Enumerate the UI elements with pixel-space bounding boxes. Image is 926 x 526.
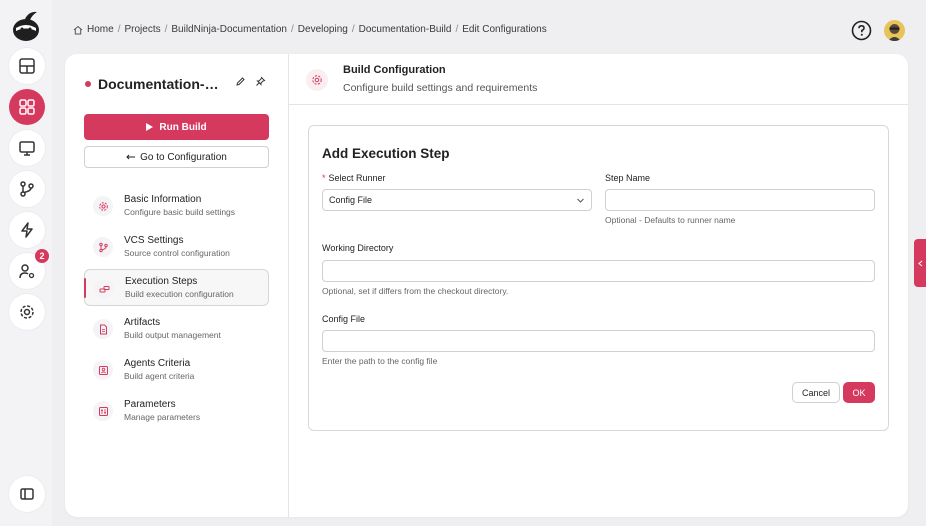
nav-agents-criteria[interactable]: Agents Criteria Build agent criteria	[84, 351, 269, 388]
nav-subtitle: Configure basic build settings	[124, 207, 236, 217]
nav-subtitle: Source control configuration	[124, 248, 230, 258]
config-file-hint: Enter the path to the config file	[322, 356, 438, 366]
working-directory-label: Working Directory	[322, 243, 394, 253]
nav-subtitle: Manage parameters	[124, 412, 201, 422]
breadcrumb-separator: /	[455, 24, 459, 35]
left-rail: 2	[0, 0, 52, 526]
go-to-configuration-button[interactable]: Go to Configuration	[84, 146, 269, 168]
rail-projects-button[interactable]	[9, 89, 45, 125]
breadcrumb-current: Edit Configurations	[462, 24, 547, 35]
nav-execution-steps[interactable]: Execution Steps Build execution configura…	[84, 269, 269, 306]
nav-parameters[interactable]: Parameters Manage parameters	[84, 392, 269, 429]
build-config-title: Documentation-Build	[85, 76, 228, 92]
nav-basic-information[interactable]: Basic Information Configure basic build s…	[84, 187, 269, 224]
nav-title: Agents Criteria	[124, 358, 191, 369]
config-file-label: Config File	[322, 314, 366, 324]
breadcrumb-separator: /	[351, 24, 355, 35]
ninja-logo-icon[interactable]	[11, 9, 41, 43]
step-name-hint: Optional - Defaults to runner name	[605, 215, 736, 225]
avatar[interactable]	[884, 20, 905, 41]
user-settings-icon	[19, 264, 35, 279]
dashboard-icon	[19, 58, 35, 74]
steps-icon	[99, 285, 109, 292]
add-execution-step-form: Add Execution Step * Select Runner Config…	[308, 125, 889, 431]
rail-settings-button[interactable]	[9, 294, 45, 330]
nav-vcs-settings[interactable]: VCS Settings Source control configuration	[84, 228, 269, 265]
nav-title: Artifacts	[124, 317, 161, 328]
config-file-input[interactable]	[322, 330, 875, 352]
nav-title: Parameters	[124, 399, 176, 410]
rail-dashboard-button[interactable]	[9, 48, 45, 84]
nav-title: Basic Information	[124, 194, 202, 205]
chevron-down-icon	[577, 198, 584, 203]
breadcrumb-separator: /	[117, 24, 121, 35]
nav-artifacts[interactable]: Artifacts Build output management	[84, 310, 269, 347]
run-build-button[interactable]: Run Build	[84, 114, 269, 140]
content-header: Build Configuration Configure build sett…	[289, 54, 908, 105]
go-to-configuration-label: Go to Configuration	[140, 151, 227, 163]
working-directory-hint: Optional, set if differs from the checko…	[322, 286, 509, 296]
content-header-title: Build Configuration	[343, 64, 446, 76]
monitor-icon	[19, 141, 35, 156]
nav-title: Execution Steps	[125, 276, 198, 287]
gear-icon	[20, 305, 34, 319]
sliders-icon	[98, 406, 108, 416]
rail-collapse-button[interactable]	[9, 476, 45, 512]
chevron-left-icon	[917, 260, 922, 266]
breadcrumb-build[interactable]: Documentation-Build	[359, 24, 452, 35]
header-icon-wrap	[306, 69, 328, 91]
build-config-name: Documentation-Build	[98, 76, 228, 92]
pencil-icon[interactable]	[235, 76, 246, 87]
sidebar-toggle-icon	[20, 488, 34, 500]
form-title: Add Execution Step	[322, 146, 450, 161]
file-icon	[99, 324, 107, 334]
nav-subtitle: Build output management	[124, 330, 221, 340]
rail-lightning-button[interactable]	[9, 212, 45, 248]
run-build-label: Run Build	[159, 121, 207, 133]
gear-icon	[312, 75, 322, 85]
notification-badge: 2	[35, 249, 49, 263]
breadcrumb-projects[interactable]: Projects	[124, 24, 160, 35]
help-icon[interactable]	[851, 20, 872, 41]
runner-label: * Select Runner	[322, 173, 386, 183]
pin-icon[interactable]	[255, 76, 266, 87]
breadcrumb-separator: /	[291, 24, 294, 35]
breadcrumb-separator: /	[164, 24, 168, 35]
rail-vcs-button[interactable]	[9, 171, 45, 207]
home-icon	[73, 25, 83, 34]
rail-monitor-button[interactable]	[9, 130, 45, 166]
breadcrumb: Home / Projects / BuildNinja-Documentati…	[73, 24, 547, 35]
required-marker: *	[322, 173, 326, 183]
play-icon	[146, 123, 154, 131]
step-name-label: Step Name	[605, 173, 651, 183]
content-header-subtitle: Configure build settings and requirement…	[343, 82, 538, 94]
rail-users-button[interactable]: 2	[9, 249, 49, 289]
status-dot	[85, 81, 91, 87]
config-sidepanel: Documentation-Build Run Build Go to Conf…	[65, 54, 289, 517]
lightning-icon	[21, 222, 33, 238]
arrow-left-icon	[126, 154, 136, 160]
step-name-input[interactable]	[605, 189, 875, 211]
runner-select-value: Config File	[329, 195, 373, 205]
runner-select[interactable]: Config File	[322, 189, 592, 211]
ok-button[interactable]: OK	[843, 382, 875, 403]
nav-subtitle: Build agent criteria	[124, 371, 195, 381]
breadcrumb-project[interactable]: BuildNinja-Documentation	[171, 24, 287, 35]
nav-title: VCS Settings	[124, 235, 184, 246]
side-panel-toggle[interactable]	[914, 239, 926, 287]
vcs-branch-icon	[20, 181, 34, 197]
working-directory-input[interactable]	[322, 260, 875, 282]
runner-label-text: Select Runner	[328, 173, 386, 183]
main-card: Documentation-Build Run Build Go to Conf…	[65, 54, 908, 517]
cancel-button[interactable]: Cancel	[792, 382, 840, 403]
breadcrumb-home[interactable]: Home	[87, 24, 114, 35]
gear-icon	[98, 201, 108, 211]
vcs-branch-icon	[98, 242, 108, 252]
agent-icon	[98, 365, 108, 375]
breadcrumb-developing[interactable]: Developing	[298, 24, 348, 35]
config-nav: Basic Information Configure basic build s…	[84, 187, 269, 433]
nav-subtitle: Build execution configuration	[125, 289, 234, 299]
projects-icon	[19, 99, 35, 115]
